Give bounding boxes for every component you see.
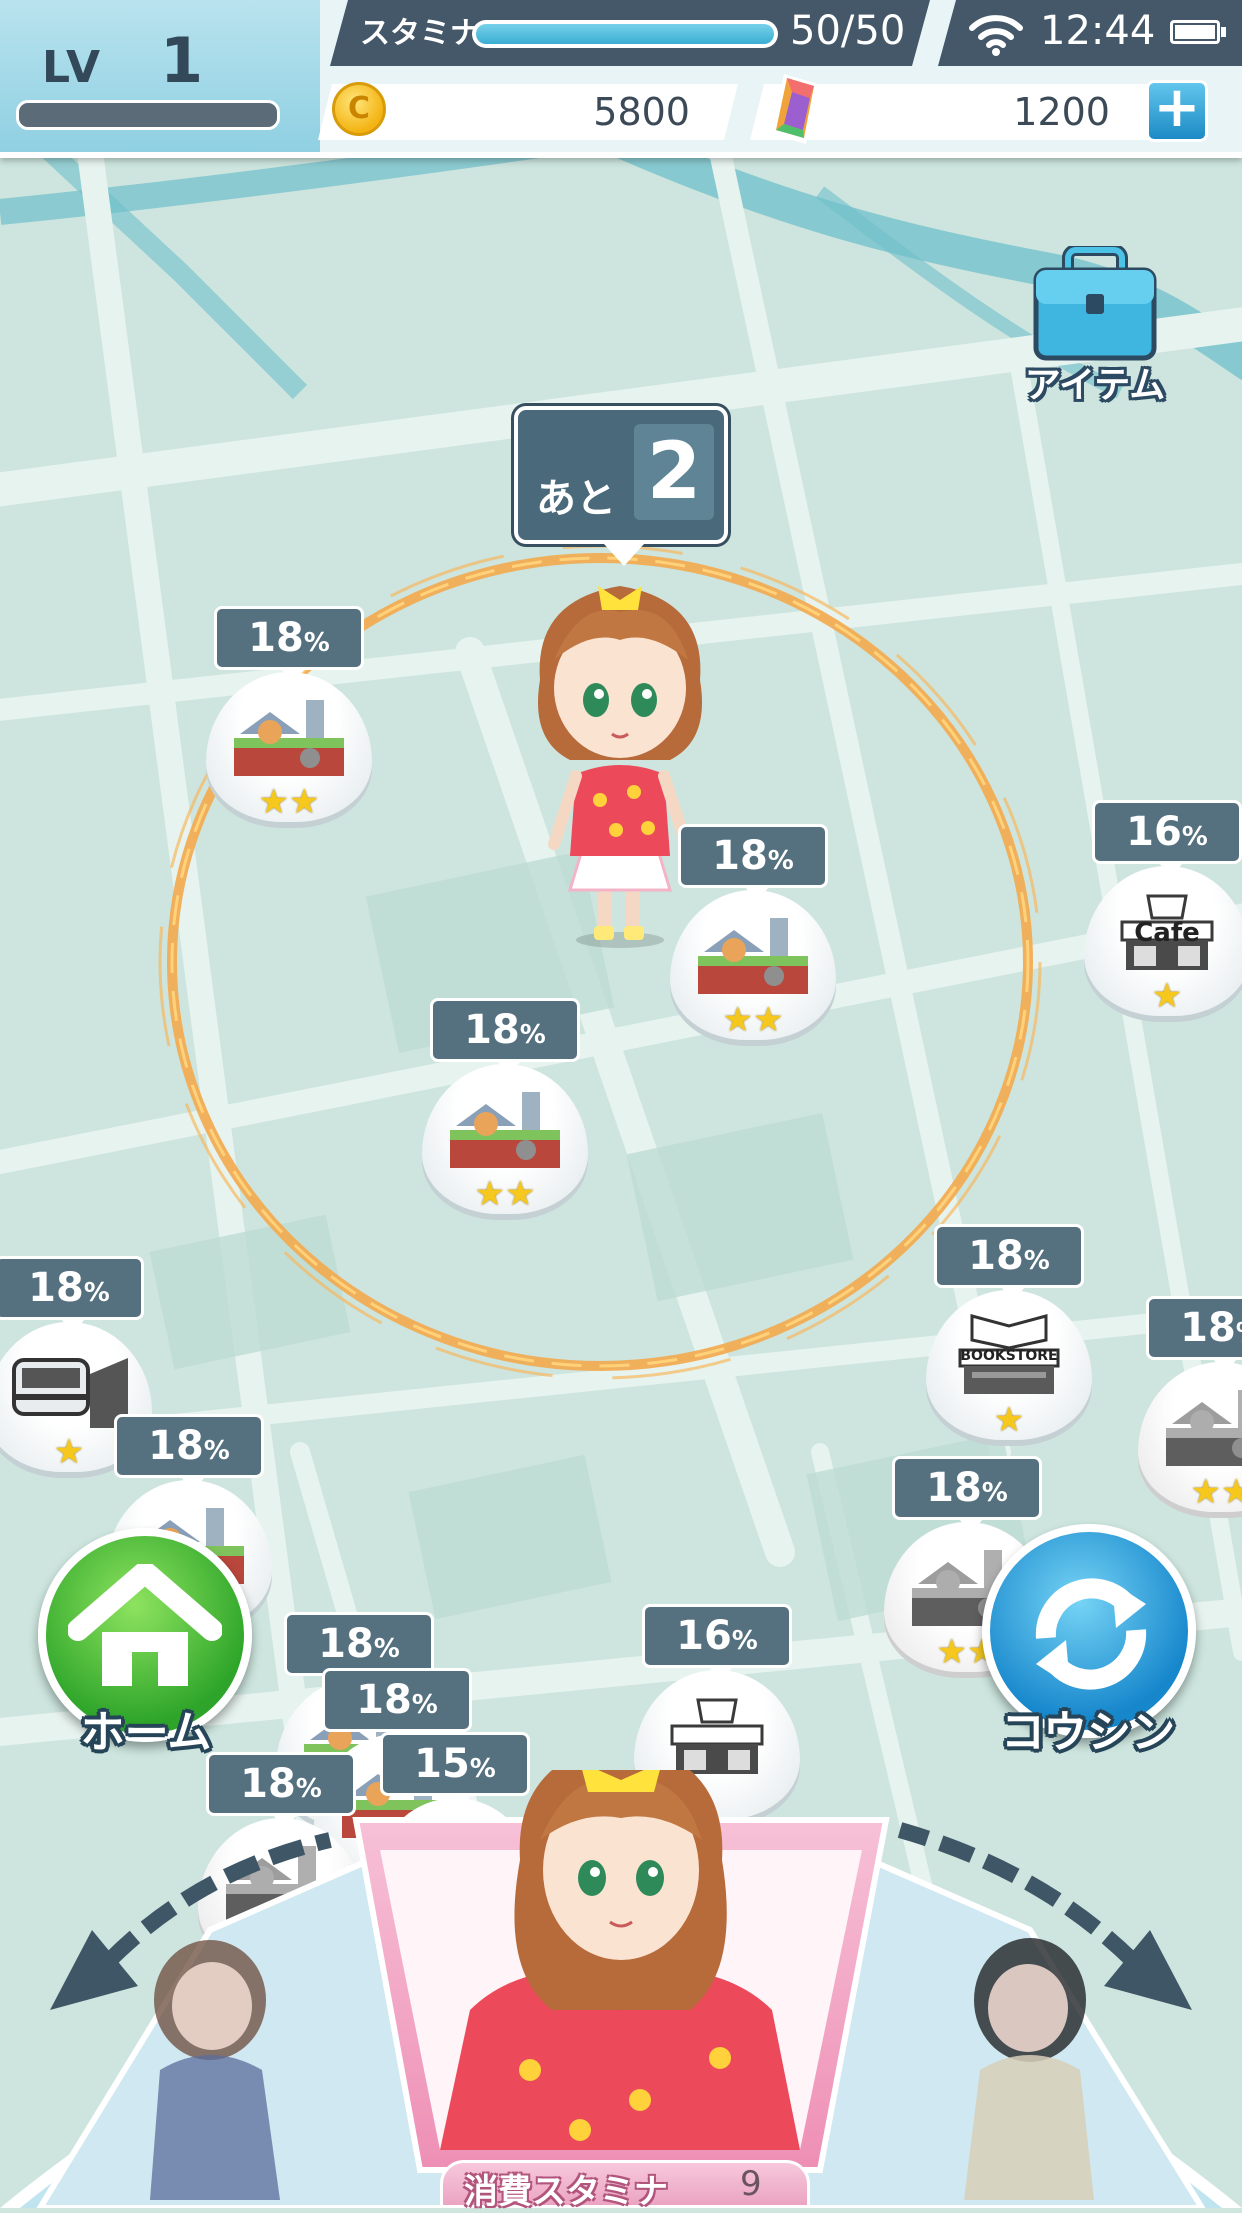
spot-sign-label: Cafe: [1134, 918, 1200, 948]
spot-percent-tag: 18%: [0, 1256, 144, 1333]
spot-percent-tag: 16%: [642, 1604, 792, 1681]
spot-percent-unit: %: [303, 628, 330, 658]
stamina-cost-label: 消費スタミナ: [464, 2172, 668, 2212]
spot-percent-tag: 18%: [934, 1224, 1084, 1301]
spot-percent-unit: %: [731, 1626, 758, 1656]
park-icon: [446, 1086, 564, 1170]
spot-rarity-stars: ★: [1151, 976, 1183, 1016]
spot-percent-unit: %: [767, 846, 794, 876]
spot-percent-value: 18: [1180, 1305, 1236, 1351]
remaining-value: 2: [634, 424, 714, 520]
cafe-icon: Cafe: [1108, 888, 1226, 972]
spot-rarity-stars: ★★: [258, 782, 320, 822]
spot-percent-unit: %: [411, 1690, 438, 1720]
level-progress-bar: [16, 100, 280, 130]
clock: 12:44: [1040, 8, 1156, 54]
toolbox-icon: [1033, 244, 1157, 361]
level-value: 1: [160, 24, 204, 97]
spot-percent-tag: 16%: [1092, 800, 1242, 877]
gem-value: 1200: [1013, 90, 1110, 134]
stamina-bar: [472, 20, 778, 48]
stamina-bar-fill: [476, 24, 774, 44]
cafe-icon: [658, 1692, 776, 1776]
spot-percent-tag: 18%: [114, 1414, 264, 1491]
spot-percent-unit: %: [1023, 1246, 1050, 1276]
spot-percent-tag: 18%: [892, 1456, 1042, 1533]
spot-percent-value: 16: [676, 1613, 732, 1659]
stamina-label: スタミナ: [360, 16, 480, 51]
stamina-cost-value: 9: [740, 2164, 762, 2204]
spot-percent-value: 18: [926, 1465, 982, 1511]
spot-percent-tag: 18%: [678, 824, 828, 901]
spot-percent-tag: 18%: [284, 1612, 434, 1689]
spot-rarity-stars: ★★: [474, 1174, 536, 1214]
spot-percent-unit: %: [519, 1020, 546, 1050]
spot-percent-tag: 18%: [214, 606, 364, 683]
spot-percent-unit: %: [1236, 1318, 1242, 1348]
wifi-icon: [969, 15, 1023, 56]
spot-percent-value: 18: [28, 1265, 84, 1311]
spot-percent-value: 18: [356, 1677, 412, 1723]
level-label: LV: [42, 42, 103, 93]
spot-percent-unit: %: [1181, 822, 1208, 852]
gem-icon: [772, 74, 818, 144]
park-icon: [694, 912, 812, 996]
spot-percent-unit: %: [981, 1478, 1008, 1508]
player-character[interactable]: [520, 560, 730, 950]
character-wheel[interactable]: [0, 1770, 1242, 2208]
spot-percent-value: 18: [464, 1007, 520, 1053]
spot-percent-unit: %: [83, 1278, 110, 1308]
spot-sign-label: BOOKSTORE: [960, 1348, 1058, 1364]
home-button-label: ホーム: [80, 1707, 212, 1758]
spot-percent-value: 18: [968, 1233, 1024, 1279]
spot-percent-tag: 18%: [430, 998, 580, 1075]
item-button[interactable]: アイテム: [1020, 244, 1170, 406]
battery-tip: [1221, 27, 1226, 37]
park-icon: [1162, 1384, 1242, 1468]
station-icon: [10, 1344, 128, 1428]
battery-icon: [1170, 20, 1220, 44]
spot-percent-unit: %: [203, 1436, 230, 1466]
spot-percent-tag: 18%: [1146, 1296, 1242, 1373]
remaining-moves-tag: あと 2: [514, 406, 728, 566]
park-icon: [230, 694, 348, 778]
spot-percent-unit: %: [373, 1634, 400, 1664]
spot-percent-value: 18: [148, 1423, 204, 1469]
spot-rarity-stars: ★★: [1190, 1472, 1242, 1512]
update-button-label: コウシン: [1000, 1707, 1176, 1758]
spot-percent-tag: 18%: [322, 1668, 472, 1745]
home-icon: [68, 1564, 222, 1686]
spot-rarity-stars: ★: [993, 1400, 1025, 1440]
spot-percent-value: 18: [712, 833, 768, 879]
remaining-label: あと: [536, 476, 616, 522]
bookstore-icon: BOOKSTORE: [950, 1312, 1068, 1396]
spot-percent-value: 16: [1126, 809, 1182, 855]
spot-percent-value: 18: [318, 1621, 374, 1667]
coin-icon: C: [332, 82, 386, 136]
coin-value: 5800: [593, 90, 690, 134]
spot-percent-value: 18: [248, 615, 304, 661]
stamina-value: 50/50: [790, 8, 906, 54]
buy-gems-button[interactable]: +: [1146, 80, 1208, 142]
refresh-icon: [1035, 1578, 1147, 1690]
spot-rarity-stars: ★★: [722, 1000, 784, 1040]
item-button-label: アイテム: [1024, 365, 1166, 406]
